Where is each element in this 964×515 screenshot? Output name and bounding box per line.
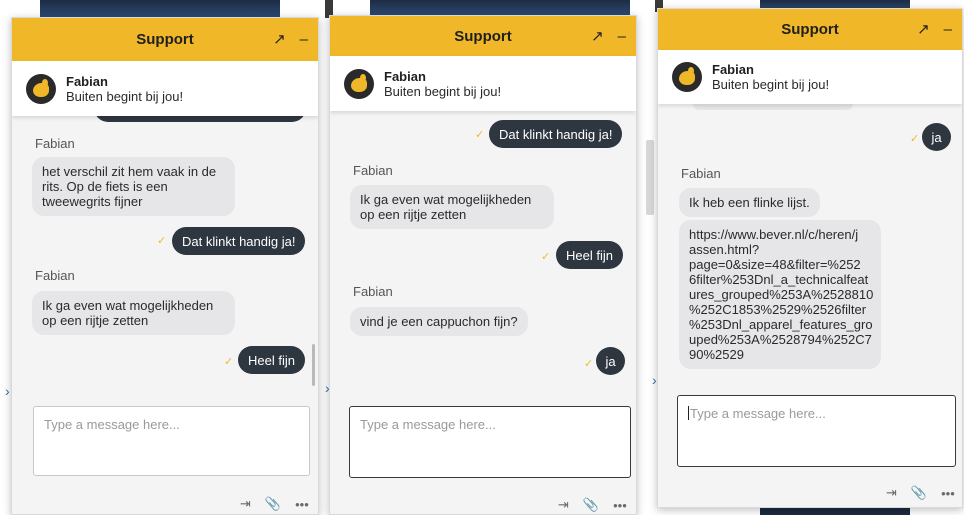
chevron-right-icon[interactable]: › [652,372,657,388]
message-list: ✓ ja Fabian Ik heb een flinke lijst. htt… [658,104,962,379]
composer-toolbar: ⇥ 📎 ••• [558,497,627,513]
attach-icon[interactable]: 📎 [265,496,281,512]
message-bubble-user: Heel fijn [556,241,623,269]
avatar [344,68,374,99]
message-bubble-user: ja [922,123,951,151]
message-sender: Fabian [353,284,393,299]
message-bubble-agent: vind je een cappuchon fijn? [350,307,528,336]
chat-widget: Support ↗ – Fabian Buiten begint bij jou… [329,15,637,515]
background-photo [760,508,910,515]
message-list: Fabian het verschil zit hem vaak in de r… [12,116,318,386]
attach-icon[interactable]: 📎 [583,497,599,513]
message-input[interactable]: Type a message here... [349,406,631,478]
agent-tagline: Buiten begint bij jou! [384,83,502,99]
text-cursor [688,406,689,420]
message-input[interactable]: Type a message here... [33,406,310,476]
agent-tagline: Buiten begint bij jou! [712,77,830,92]
sent-check-icon: ✓ [910,133,920,145]
more-icon[interactable]: ••• [295,497,309,512]
message-input[interactable]: Type a message here... [677,395,956,467]
expand-icon[interactable]: ↗ [591,29,604,44]
message-bubble-agent: https://www.bever.nl/c/heren/j assen.htm… [679,220,881,369]
composer-toolbar: ⇥ 📎 ••• [886,485,955,501]
expand-icon[interactable]: ↗ [917,22,930,37]
minimize-icon[interactable]: – [944,22,952,37]
chat-widget: Support ↗ – Fabian Buiten begint bij jou… [11,17,319,515]
message-list: ✓ Dat klinkt handig ja! Fabian Ik ga eve… [330,111,636,381]
message-bubble-agent: het verschil zit hem vaak in de rits. Op… [32,157,235,216]
message-input-placeholder: Type a message here... [690,406,826,421]
composer-toolbar: ⇥ 📎 ••• [240,496,309,512]
agent-info: Fabian Buiten begint bij jou! [330,56,636,111]
message-bubble-partial [693,104,853,110]
message-sender: Fabian [681,166,721,181]
attach-icon[interactable]: 📎 [911,485,927,501]
message-bubble-agent: Ik ga even wat mogelijkheden op een rijt… [32,291,235,335]
agent-tagline: Buiten begint bij jou! [66,88,184,104]
agent-info: Fabian Buiten begint bij jou! [12,61,318,116]
more-icon[interactable]: ••• [613,498,627,513]
chat-header: Support ↗ – [658,9,962,50]
sent-check-icon: ✓ [584,358,594,370]
agent-name: Fabian [384,68,426,84]
sent-check-icon: ✓ [541,251,551,263]
message-sender: Fabian [35,268,75,283]
message-sender: Fabian [353,163,393,178]
avatar [26,73,56,104]
message-bubble-agent: Ik heb een flinke lijst. [679,188,820,217]
exit-icon[interactable]: ⇥ [558,497,569,513]
exit-icon[interactable]: ⇥ [886,485,897,501]
more-icon[interactable]: ••• [941,486,955,501]
message-bubble-agent: Ik ga even wat mogelijkheden op een rijt… [350,185,554,229]
message-bubble-user: Dat klinkt handig ja! [489,120,623,148]
message-bubble-user: Heel fijn [238,346,305,374]
minimize-icon[interactable]: – [618,29,626,44]
chevron-right-icon[interactable]: › [5,383,10,399]
message-sender: Fabian [35,136,75,151]
feedback-tab[interactable] [646,140,654,215]
agent-name: Fabian [66,73,108,89]
chat-header-title: Support [781,21,839,38]
scrollbar[interactable] [312,344,315,386]
message-bubble-user: Dat klinkt handig ja! [172,227,306,255]
minimize-icon[interactable]: – [300,32,308,47]
agent-name: Fabian [712,62,754,77]
sent-check-icon: ✓ [475,129,485,141]
agent-info: Fabian Buiten begint bij jou! [658,50,962,104]
avatar [672,62,702,92]
expand-icon[interactable]: ↗ [273,32,286,47]
message-bubble-user: ja [596,347,625,375]
sent-check-icon: ✓ [157,235,167,247]
chat-header: Support ↗ – [330,16,636,56]
chat-header-title: Support [136,31,194,48]
message-bubble-partial [94,116,306,122]
chat-header-title: Support [454,27,512,45]
chat-widget: Support ↗ – Fabian Buiten begint bij jou… [657,8,963,508]
sent-check-icon: ✓ [224,356,234,368]
exit-icon[interactable]: ⇥ [240,496,251,512]
chat-header: Support ↗ – [12,18,318,61]
